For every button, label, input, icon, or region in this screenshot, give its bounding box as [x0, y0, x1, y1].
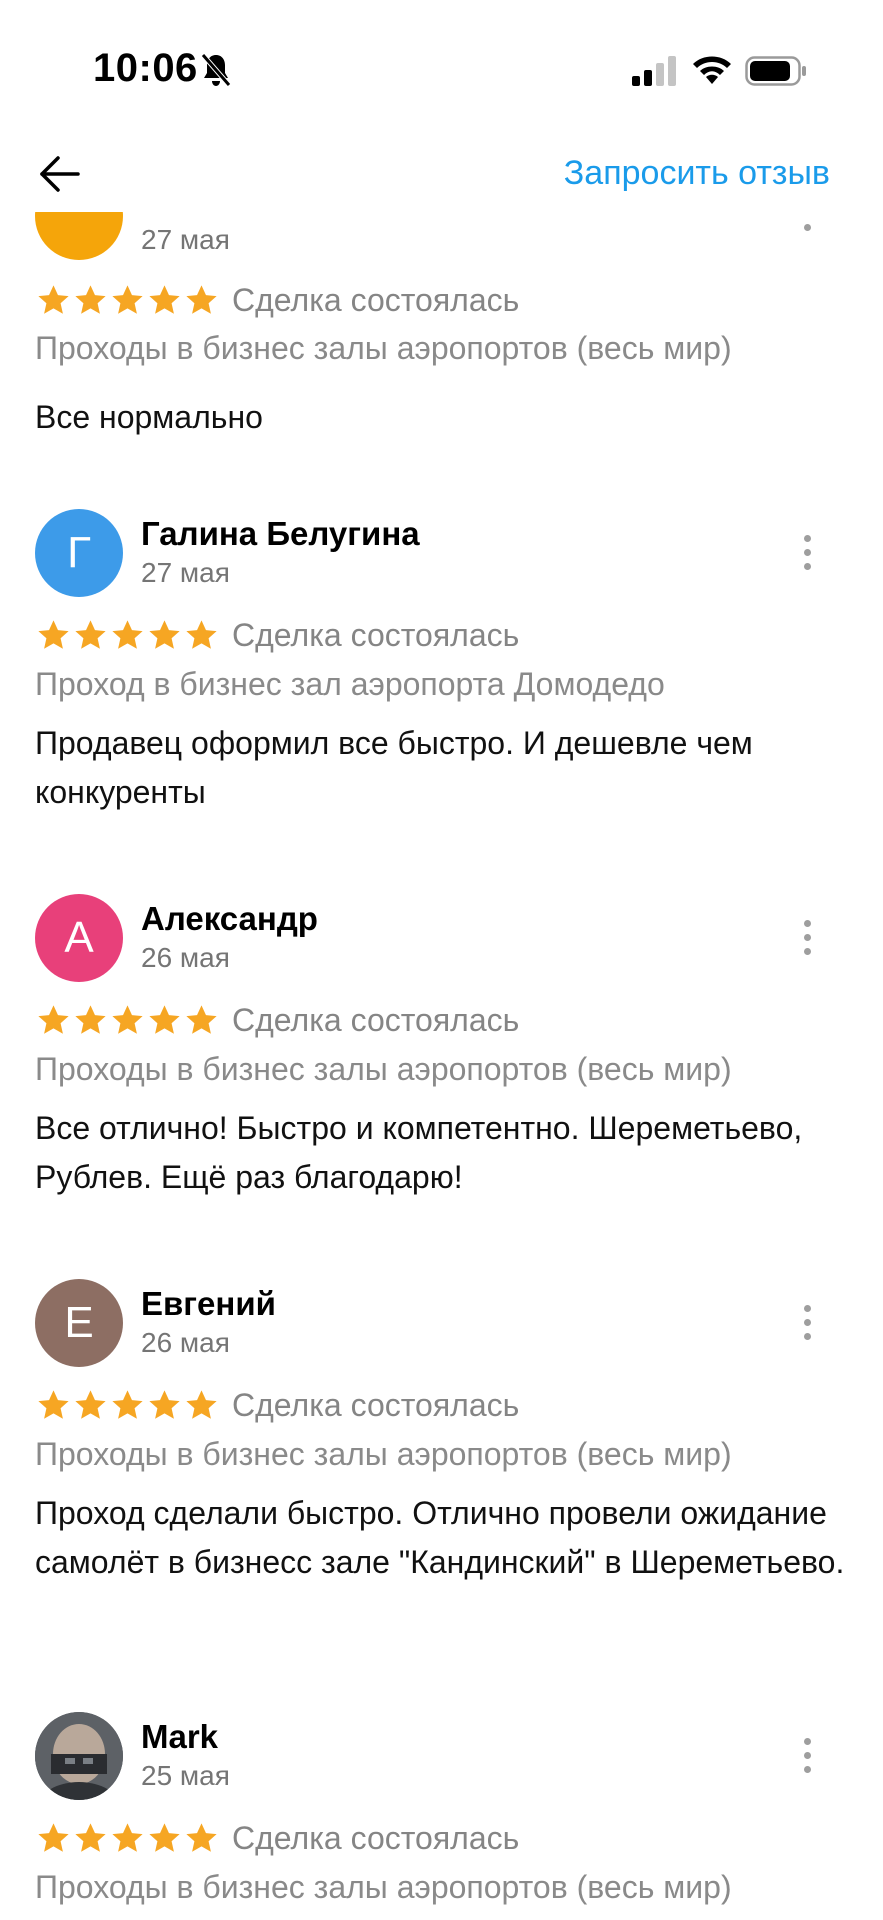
- avatar: Г: [35, 509, 123, 597]
- review-date: 25 мая: [141, 1760, 230, 1791]
- star-icon: [149, 285, 180, 314]
- star-icon: [149, 1390, 180, 1419]
- star-icon: [38, 1823, 69, 1852]
- review-author: Евгений: [141, 1285, 276, 1322]
- review-item: Г Галина Белугина 27 мая Сделка состояла…: [0, 509, 883, 879]
- star-icon: [75, 620, 106, 649]
- star-icon: [112, 620, 143, 649]
- review-item: А Александр 26 мая Сделка состоялась Про…: [0, 894, 883, 1264]
- star-icon: [38, 285, 69, 314]
- star-icon: [75, 285, 106, 314]
- star-icon: [149, 620, 180, 649]
- star-icon: [186, 1390, 217, 1419]
- star-icon: [75, 1823, 106, 1852]
- star-icon: [112, 1005, 143, 1034]
- arrow-left-icon[interactable]: [36, 150, 84, 198]
- review-item: 27 мая Сделка состоялась Проходы в бизне…: [0, 212, 883, 440]
- battery-icon: [745, 56, 806, 86]
- product-name: Проходы в бизнес залы аэропортов (весь м…: [35, 1869, 732, 1905]
- deal-status: Сделка состоялась: [232, 617, 520, 653]
- star-icon: [38, 1390, 69, 1419]
- signal-icon: [632, 56, 676, 86]
- more-options-button[interactable]: [794, 1299, 822, 1347]
- review-text: Все отлично! Быстро и компетентно. Шерем…: [35, 1110, 803, 1195]
- star-icon: [149, 1005, 180, 1034]
- review-author: Mark: [141, 1718, 219, 1755]
- star-icon: [186, 285, 217, 314]
- rating-stars: [35, 282, 220, 322]
- avatar-initial: А: [64, 913, 94, 962]
- product-name: Проход в бизнес зал аэропорта Домодедо: [35, 666, 665, 702]
- star-icon: [186, 1005, 217, 1034]
- review-author: Александр: [141, 900, 318, 937]
- top-nav: Запросить отзыв: [0, 140, 883, 208]
- more-options-button[interactable]: [794, 914, 822, 962]
- review-date: 26 мая: [141, 1327, 230, 1358]
- rating-stars: [35, 1387, 220, 1427]
- review-text: Все нормально: [35, 399, 263, 435]
- review-text: Продавец оформил все быстро. И дешевле ч…: [35, 725, 753, 810]
- request-review-link[interactable]: Запросить отзыв: [564, 154, 830, 193]
- deal-status: Сделка состоялась: [232, 1002, 520, 1038]
- rating-stars: [35, 1820, 220, 1860]
- avatar-initial: Е: [64, 1298, 94, 1347]
- avatar-initial: Г: [67, 528, 91, 577]
- review-item: Mark 25 мая Сделка состоялась Проходы в …: [0, 1712, 883, 1920]
- rating-stars: [35, 1002, 220, 1042]
- bell-muted-icon: [201, 53, 231, 87]
- avatar-photo: [35, 1712, 123, 1800]
- review-author: Галина Белугина: [141, 515, 420, 552]
- star-icon: [75, 1390, 106, 1419]
- wifi-icon: [693, 56, 731, 84]
- more-options-button[interactable]: [794, 529, 822, 577]
- star-icon: [112, 285, 143, 314]
- review-date: 26 мая: [141, 942, 230, 973]
- review-text: Проход сделали быстро. Отлично провели о…: [35, 1495, 845, 1580]
- avatar: [35, 212, 123, 260]
- product-name: Проходы в бизнес залы аэропортов (весь м…: [35, 1436, 732, 1472]
- avatar: [35, 1712, 123, 1800]
- avatar: А: [35, 894, 123, 982]
- review-item: Е Евгений 26 мая Сделка состоялась Прохо…: [0, 1279, 883, 1699]
- deal-status: Сделка состоялась: [232, 282, 520, 318]
- review-date: 27 мая: [141, 557, 230, 588]
- deal-status: Сделка состоялась: [232, 1387, 520, 1423]
- star-icon: [186, 620, 217, 649]
- status-bar: 10:06: [0, 0, 883, 140]
- star-icon: [38, 1005, 69, 1034]
- rating-stars: [35, 617, 220, 657]
- status-time: 10:06: [93, 46, 198, 90]
- avatar: Е: [35, 1279, 123, 1367]
- product-name: Проходы в бизнес залы аэропортов (весь м…: [35, 330, 732, 366]
- star-icon: [112, 1390, 143, 1419]
- deal-status: Сделка состоялась: [232, 1820, 520, 1856]
- product-name: Проходы в бизнес залы аэропортов (весь м…: [35, 1051, 732, 1087]
- star-icon: [112, 1823, 143, 1852]
- review-list: 27 мая Сделка состоялась Проходы в бизне…: [0, 212, 883, 1920]
- star-icon: [75, 1005, 106, 1034]
- more-options-button[interactable]: [794, 1732, 822, 1780]
- star-icon: [186, 1823, 217, 1852]
- more-options-button[interactable]: [794, 212, 822, 248]
- star-icon: [38, 620, 69, 649]
- review-date: 27 мая: [141, 224, 230, 255]
- star-icon: [149, 1823, 180, 1852]
